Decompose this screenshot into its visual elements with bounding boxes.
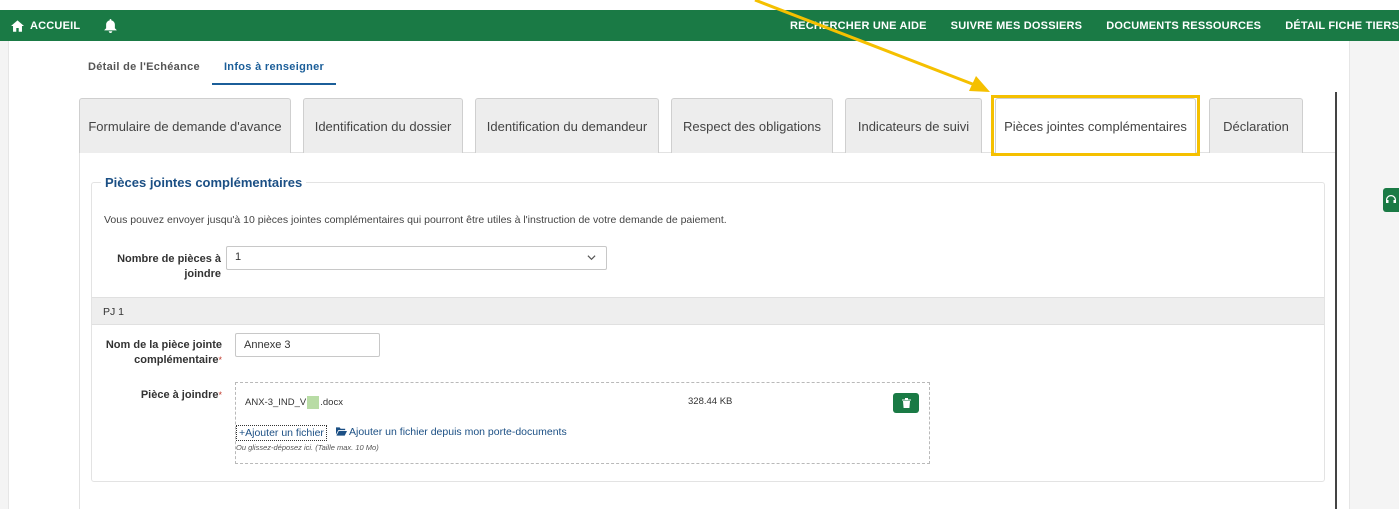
trash-icon xyxy=(901,398,911,408)
top-nav-links: RECHERCHER UNE AIDE SUIVRE MES DOSSIERS … xyxy=(766,10,1399,41)
name-label: Nom de la pièce jointe complémentaire* xyxy=(96,338,222,368)
required-mark: * xyxy=(218,355,222,365)
redacted-mask xyxy=(307,396,320,409)
tab-formulaire-avance[interactable]: Formulaire de demande d'avance xyxy=(79,98,291,153)
file-name-suffix: .docx xyxy=(320,397,343,409)
add-from-portfolio-label: Ajouter un fichier depuis mon porte-docu… xyxy=(349,426,567,438)
notifications-button[interactable] xyxy=(104,18,118,33)
delete-file-button[interactable] xyxy=(893,393,919,413)
nav-rechercher-aide[interactable]: RECHERCHER UNE AIDE xyxy=(790,20,927,32)
add-from-portfolio-link[interactable]: Ajouter un fichier depuis mon porte-docu… xyxy=(336,426,567,438)
folder-open-icon xyxy=(336,427,347,436)
tab-infos-renseigner[interactable]: Infos à renseigner xyxy=(211,57,337,85)
highlight-box xyxy=(991,95,1200,156)
tab-detail-echeance[interactable]: Détail de l'Echéance xyxy=(76,57,212,85)
tab-indicateurs-suivi[interactable]: Indicateurs de suivi xyxy=(845,98,982,153)
attachment-name-input[interactable]: Annexe 3 xyxy=(235,333,380,357)
file-name-prefix: ANX-3_IND_V xyxy=(245,397,307,409)
vertical-divider xyxy=(1335,92,1337,509)
uploaded-file-name: ANX-3_IND_V .docx xyxy=(245,396,343,409)
count-select[interactable]: 1 xyxy=(226,246,607,270)
add-file-button[interactable]: +Ajouter un fichier xyxy=(236,425,327,441)
required-mark: * xyxy=(218,390,222,400)
count-select-value: 1 xyxy=(235,251,242,263)
section-title: Pièces jointes complémentaires xyxy=(101,175,307,190)
upper-tabs: Détail de l'Echéance Infos à renseigner xyxy=(76,57,337,85)
home-link[interactable]: ACCUEIL xyxy=(11,20,80,32)
file-label: Pièce à joindre* xyxy=(96,388,222,403)
bell-icon xyxy=(104,18,117,33)
uploaded-file-size: 328.44 KB xyxy=(688,396,733,407)
nav-detail-fiche-tiers[interactable]: DÉTAIL FICHE TIERS xyxy=(1285,20,1399,32)
name-label-line1: Nom de la pièce jointe xyxy=(105,339,222,351)
count-label-line1: Nombre de pièces à xyxy=(117,253,221,265)
support-button[interactable] xyxy=(1383,188,1399,212)
nav-documents-ressources[interactable]: DOCUMENTS RESSOURCES xyxy=(1106,20,1261,32)
top-nav-bar: ACCUEIL RECHERCHER UNE AIDE SUIVRE MES D… xyxy=(0,10,1399,41)
chevron-down-icon xyxy=(587,255,596,261)
tab-declaration[interactable]: Déclaration xyxy=(1209,98,1303,153)
drop-hint: Ou glissez-déposez ici. (Taille max. 10 … xyxy=(236,443,379,452)
home-label: ACCUEIL xyxy=(30,19,81,32)
tab-identification-dossier[interactable]: Identification du dossier xyxy=(303,98,463,153)
tab-respect-obligations[interactable]: Respect des obligations xyxy=(671,98,833,153)
file-label-text: Pièce à joindre xyxy=(140,389,219,401)
name-label-line2: complémentaire xyxy=(134,354,219,366)
count-label: Nombre de pièces à joindre xyxy=(104,252,221,282)
count-label-line2: joindre xyxy=(184,268,221,280)
pj-header: PJ 1 xyxy=(92,297,1324,325)
nav-suivre-dossiers[interactable]: SUIVRE MES DOSSIERS xyxy=(951,20,1083,32)
tab-identification-demandeur[interactable]: Identification du demandeur xyxy=(475,98,659,153)
headset-icon xyxy=(1386,195,1396,203)
home-icon xyxy=(11,19,24,32)
section-intro: Vous pouvez envoyer jusqu'à 10 pièces jo… xyxy=(104,214,727,226)
